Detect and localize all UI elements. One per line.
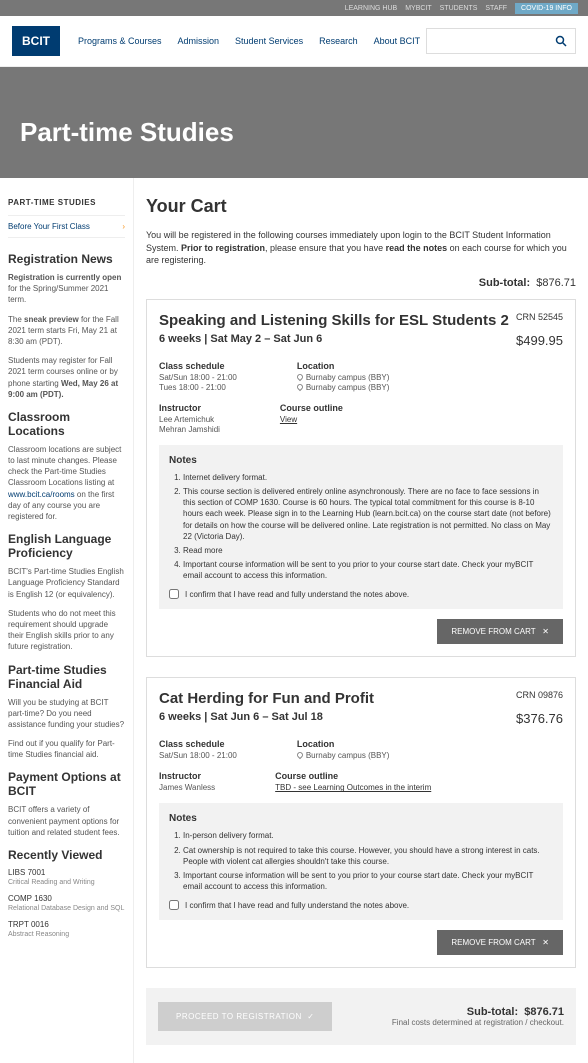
topbar-link[interactable]: MYBCIT bbox=[405, 5, 431, 12]
course-crn: CRN 09876 bbox=[516, 690, 563, 707]
course-title: Cat Herding for Fun and Profit bbox=[159, 690, 374, 707]
search-icon bbox=[555, 35, 567, 47]
outline-link[interactable]: View bbox=[280, 415, 297, 424]
hero: Part-time Studies bbox=[0, 67, 588, 178]
confirm-checkbox[interactable] bbox=[169, 900, 179, 910]
subtotal-bottom: Sub-total: $876.71 bbox=[392, 1006, 564, 1018]
cart-intro: You will be registered in the following … bbox=[146, 229, 576, 267]
nav-link[interactable]: About BCIT bbox=[374, 36, 421, 46]
nav-link[interactable]: Programs & Courses bbox=[78, 36, 162, 46]
sidebar-before-link[interactable]: Before Your First Class › bbox=[8, 215, 125, 238]
course-crn: CRN 52545 bbox=[516, 312, 563, 329]
cart-footer: PROCEED TO REGISTRATION ✓ Sub-total: $87… bbox=[146, 988, 576, 1045]
topbar-link[interactable]: STUDENTS bbox=[440, 5, 478, 12]
page-title: Part-time Studies bbox=[20, 117, 568, 148]
nav-link[interactable]: Research bbox=[319, 36, 358, 46]
header: BCIT Programs & Courses Admission Studen… bbox=[0, 16, 588, 67]
sidebar-title: PART-TIME STUDIES bbox=[8, 198, 125, 207]
main-content: Your Cart You will be registered in the … bbox=[134, 178, 588, 1063]
sidebar-heading: Recently Viewed bbox=[8, 848, 125, 862]
sidebar-heading: Part-time Studies Financial Aid bbox=[8, 663, 125, 691]
confirm-checkbox[interactable] bbox=[169, 589, 179, 599]
course-weeks: 6 weeks | Sat May 2 – Sat Jun 6 bbox=[159, 333, 322, 345]
sidebar-heading: Payment Options at BCIT bbox=[8, 770, 125, 798]
outline-link[interactable]: TBD - see Learning Outcomes in the inter… bbox=[275, 783, 431, 792]
topbar-link[interactable]: LEARNING HUB bbox=[345, 5, 398, 12]
topbar: LEARNING HUB MYBCIT STUDENTS STAFF COVID… bbox=[0, 0, 588, 16]
course-notes: Notes In-person delivery format.Cat owne… bbox=[159, 803, 563, 920]
course-title: Speaking and Listening Skills for ESL St… bbox=[159, 312, 509, 329]
chevron-right-icon: › bbox=[122, 222, 125, 231]
course-card: Cat Herding for Fun and ProfitCRN 09876 … bbox=[146, 677, 576, 968]
course-notes: Notes Internet delivery format.This cour… bbox=[159, 445, 563, 610]
topbar-link[interactable]: STAFF bbox=[485, 5, 507, 12]
rooms-link[interactable]: www.bcit.ca/rooms bbox=[8, 490, 75, 499]
search-box[interactable] bbox=[426, 28, 576, 54]
recent-item[interactable]: LIBS 7001 bbox=[8, 868, 125, 877]
topbar-covid[interactable]: COVID-19 INFO bbox=[515, 3, 578, 14]
sidebar-heading: Classroom Locations bbox=[8, 410, 125, 438]
course-price: $376.76 bbox=[516, 711, 563, 729]
remove-button[interactable]: REMOVE FROM CART ✕ bbox=[437, 930, 563, 955]
sidebar-heading: Registration News bbox=[8, 252, 125, 266]
course-price: $499.95 bbox=[516, 333, 563, 351]
recent-item[interactable]: TRPT 0016 bbox=[8, 920, 125, 929]
cart-title: Your Cart bbox=[146, 196, 576, 217]
proceed-button[interactable]: PROCEED TO REGISTRATION ✓ bbox=[158, 1002, 332, 1031]
course-card: Speaking and Listening Skills for ESL St… bbox=[146, 299, 576, 658]
recent-item[interactable]: COMP 1630 bbox=[8, 894, 125, 903]
nav-link[interactable]: Student Services bbox=[235, 36, 303, 46]
course-weeks: 6 weeks | Sat Jun 6 – Sat Jul 18 bbox=[159, 711, 323, 723]
nav-link[interactable]: Admission bbox=[178, 36, 220, 46]
logo[interactable]: BCIT bbox=[12, 26, 60, 56]
remove-button[interactable]: REMOVE FROM CART ✕ bbox=[437, 619, 563, 644]
main-nav: Programs & Courses Admission Student Ser… bbox=[78, 36, 426, 46]
sidebar: PART-TIME STUDIES Before Your First Clas… bbox=[0, 178, 134, 1063]
sidebar-heading: English Language Proficiency bbox=[8, 532, 125, 560]
subtotal-top: Sub-total: $876.71 bbox=[146, 277, 576, 289]
